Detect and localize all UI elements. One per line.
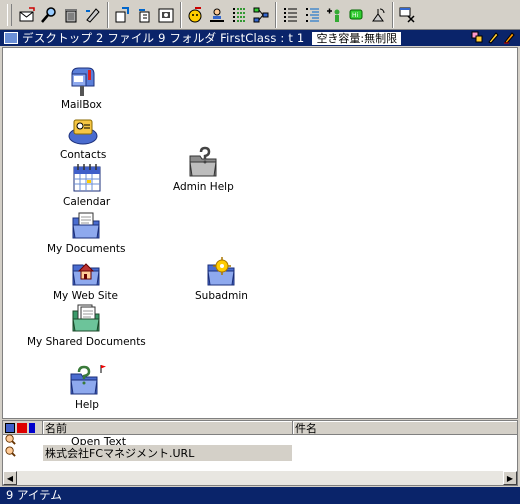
column-name-label: 名前 <box>45 421 67 435</box>
item-count: 9 アイテム <box>6 488 62 502</box>
desktop-icon-my-web-site[interactable]: My Web Site <box>53 255 118 302</box>
window-title-bar[interactable]: デスクトップ 2 ファイル 9 フォルダ FirstClass : t 1 空き… <box>0 30 520 46</box>
desktop-icon-admin-help[interactable]: Admin Help <box>173 146 234 193</box>
reply-icon[interactable] <box>133 3 155 27</box>
add-user-icon[interactable] <box>323 3 345 27</box>
column-subject-label: 件名 <box>295 421 317 435</box>
quota-label: 空き容量:無制限 <box>312 31 402 45</box>
window-list-icon[interactable] <box>471 31 484 44</box>
horizontal-scrollbar[interactable]: ◀ ▶ <box>3 471 517 485</box>
my-documents-icon <box>72 212 100 239</box>
sign-pen-icon[interactable] <box>503 31 516 44</box>
toolbar-group-5 <box>393 2 421 28</box>
globe-link-icon <box>3 446 43 460</box>
desktop-icon-subadmin[interactable]: Subadmin <box>195 255 248 302</box>
user-share-icon[interactable] <box>184 3 206 27</box>
title-tools <box>471 31 516 44</box>
column-type-icon[interactable] <box>5 422 15 433</box>
search-icon[interactable] <box>38 3 60 27</box>
desktop-area[interactable]: MailBox Contacts Admin Help Calendar My … <box>2 47 518 419</box>
contacts-icon <box>68 119 98 145</box>
list-icon[interactable] <box>228 3 250 27</box>
svg-text:Hi: Hi <box>352 12 359 19</box>
desktop-icon-my-shared-documents[interactable]: My Shared Documents <box>27 301 146 348</box>
network-icon[interactable] <box>250 3 272 27</box>
desktop-icon-label: Subadmin <box>195 290 248 302</box>
desktop-icon-mailbox[interactable]: MailBox <box>61 64 102 111</box>
calendar-icon <box>73 164 101 192</box>
pen-icon[interactable] <box>82 3 104 27</box>
subadmin-icon <box>207 257 236 286</box>
desktop-icon-label: Admin Help <box>173 181 234 193</box>
header-icon-columns <box>3 421 43 434</box>
desktop-icon-label: Help <box>75 399 99 411</box>
toolbar-group-2 <box>108 1 181 28</box>
chat-icon[interactable]: Hi <box>345 3 367 27</box>
desktop-icon-label: Calendar <box>63 196 111 208</box>
admin-help-icon <box>189 146 217 177</box>
desktop-window-icon <box>4 32 18 44</box>
user-info-icon[interactable] <box>206 3 228 27</box>
tree-view-icon[interactable] <box>301 3 323 27</box>
status-bar: 9 アイテム <box>0 487 520 504</box>
my-web-site-icon <box>71 263 100 286</box>
list-header: 名前 件名 <box>3 421 517 435</box>
column-subject-header[interactable]: 件名 <box>293 421 517 435</box>
send-icon[interactable] <box>111 3 133 27</box>
close-window-icon[interactable] <box>396 3 418 27</box>
help-icon <box>70 365 106 395</box>
desktop-icon-calendar[interactable]: Calendar <box>63 161 110 208</box>
desktop-icon-label: My Documents <box>47 243 126 255</box>
file-list: 名前 件名 Open Text 株式会社FCマネジメント.URL ◀ ▶ <box>2 420 518 486</box>
mailbox-icon <box>71 67 95 96</box>
print-icon[interactable] <box>155 3 177 27</box>
list-item[interactable]: 株式会社FCマネジメント.URL <box>3 445 517 461</box>
toolbar-group-3 <box>181 1 276 28</box>
scroll-track[interactable] <box>17 471 503 485</box>
list-item-name: 株式会社FCマネジメント.URL <box>43 445 292 461</box>
column-attachment-icon[interactable] <box>29 422 35 433</box>
scroll-left-arrow-icon[interactable]: ◀ <box>3 471 17 485</box>
edit-pencil-icon[interactable] <box>487 31 500 44</box>
desktop-icon-help[interactable]: Help <box>67 364 107 411</box>
column-name-header[interactable]: 名前 <box>43 421 293 435</box>
scroll-right-arrow-icon[interactable]: ▶ <box>503 471 517 485</box>
satellite-icon[interactable] <box>367 3 389 27</box>
window-title: デスクトップ 2 ファイル 9 フォルダ FirstClass : t 1 <box>22 31 305 45</box>
new-message-icon[interactable] <box>16 3 38 27</box>
toolbar-group-1 <box>4 1 108 28</box>
desktop-icon-my-documents[interactable]: My Documents <box>47 208 125 255</box>
trash-icon[interactable] <box>60 3 82 27</box>
desktop-icon-label: MailBox <box>61 99 102 111</box>
shared-documents-icon <box>72 304 100 332</box>
desktop-icon-label: Contacts <box>60 149 107 161</box>
column-flag-icon[interactable] <box>17 422 27 433</box>
list-view-icon[interactable] <box>279 3 301 27</box>
toolbar-group-4: Hi <box>276 1 393 28</box>
desktop-icon-contacts[interactable]: Contacts <box>60 114 106 161</box>
toolbar: Hi <box>0 0 520 30</box>
desktop-icon-label: My Shared Documents <box>27 336 146 348</box>
